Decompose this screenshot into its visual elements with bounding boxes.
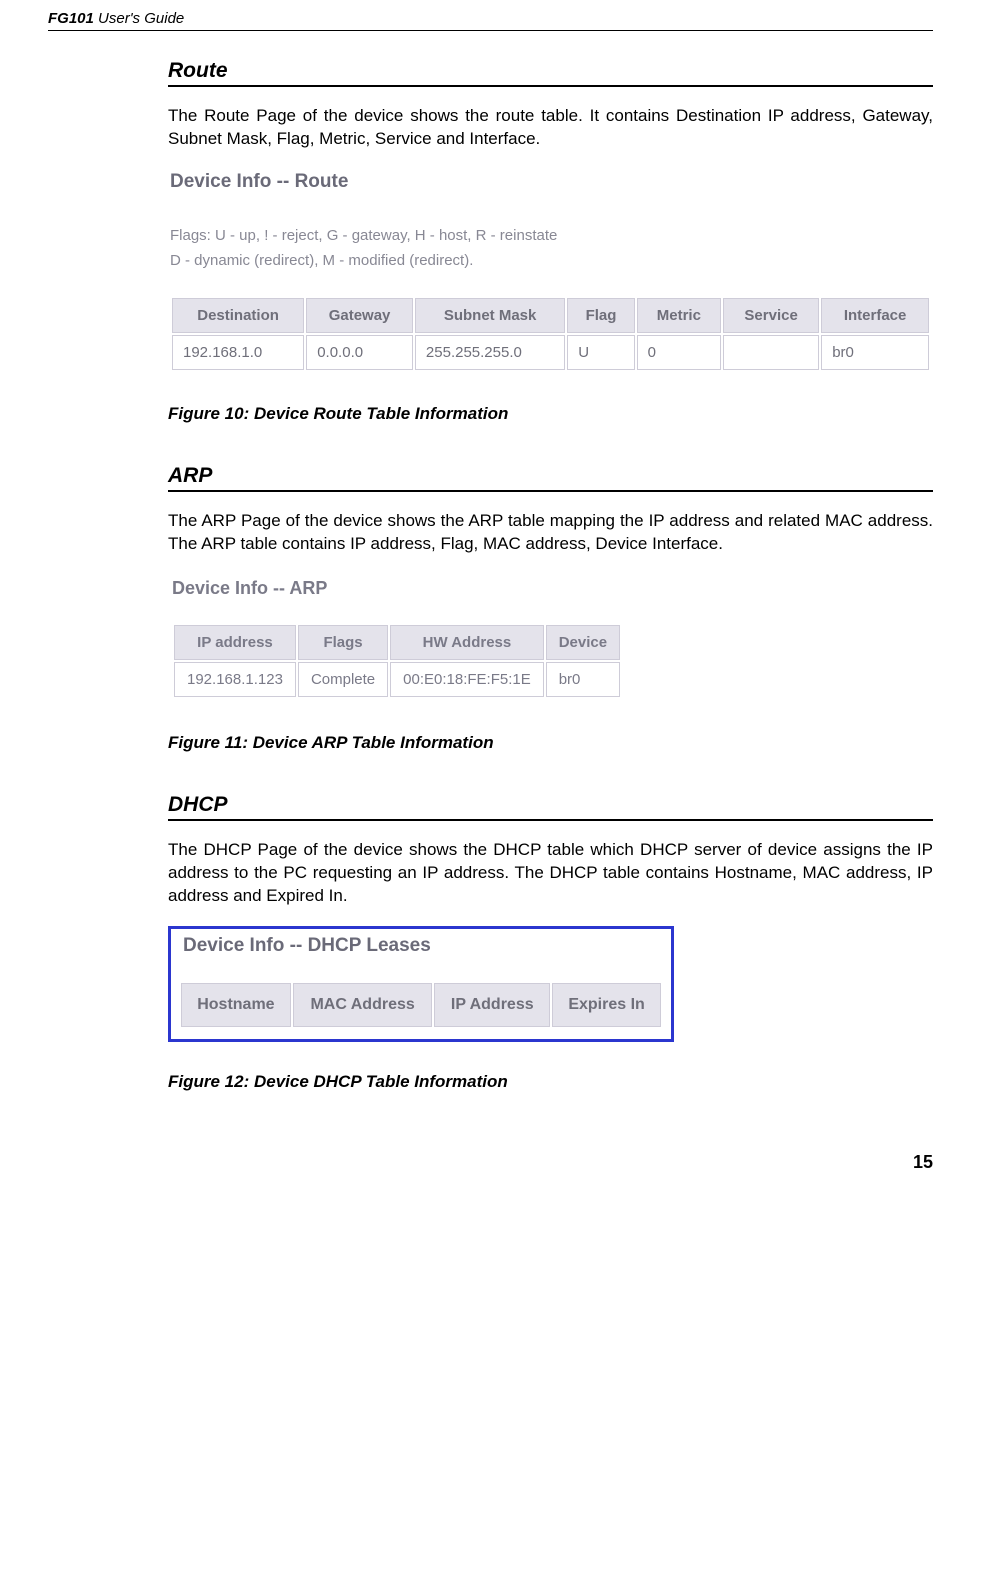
figure-arp: Device Info -- ARP IP address Flags HW A… bbox=[168, 574, 666, 703]
arp-td-hw: 00:E0:18:FE:F5:1E bbox=[390, 662, 544, 697]
route-td-gateway: 0.0.0.0 bbox=[306, 335, 413, 370]
route-td-subnet: 255.255.255.0 bbox=[415, 335, 565, 370]
route-flags-line2: D - dynamic (redirect), M - modified (re… bbox=[170, 248, 931, 274]
page-number: 15 bbox=[48, 1152, 933, 1173]
route-th-destination: Destination bbox=[172, 298, 304, 333]
route-flags-line1: Flags: U - up, ! - reject, G - gateway, … bbox=[170, 223, 931, 249]
route-td-interface: br0 bbox=[821, 335, 929, 370]
route-flags-legend: Flags: U - up, ! - reject, G - gateway, … bbox=[170, 223, 931, 274]
route-td-flag: U bbox=[567, 335, 634, 370]
dhcp-body-text: The DHCP Page of the device shows the DH… bbox=[168, 839, 933, 908]
arp-th-device: Device bbox=[546, 625, 620, 660]
arp-body-text: The ARP Page of the device shows the ARP… bbox=[168, 510, 933, 556]
guide-name: User's Guide bbox=[94, 10, 184, 27]
arp-td-device: br0 bbox=[546, 662, 620, 697]
dhcp-header-row: Hostname MAC Address IP Address Expires … bbox=[181, 983, 661, 1027]
figure-route: Device Info -- Route Flags: U - up, ! - … bbox=[168, 169, 933, 374]
route-th-metric: Metric bbox=[637, 298, 721, 333]
route-table: Destination Gateway Subnet Mask Flag Met… bbox=[170, 296, 931, 372]
arp-td-flags: Complete bbox=[298, 662, 388, 697]
arp-table: IP address Flags HW Address Device 192.1… bbox=[172, 623, 622, 699]
dhcp-th-ip: IP Address bbox=[434, 983, 550, 1027]
dhcp-th-mac: MAC Address bbox=[293, 983, 433, 1027]
dhcp-th-hostname: Hostname bbox=[181, 983, 291, 1027]
route-th-interface: Interface bbox=[821, 298, 929, 333]
figure-10-caption: Figure 10: Device Route Table Informatio… bbox=[168, 404, 933, 424]
route-body-text: The Route Page of the device shows the r… bbox=[168, 105, 933, 151]
arp-th-ip: IP address bbox=[174, 625, 296, 660]
product-name: FG101 bbox=[48, 10, 94, 27]
arp-th-flags: Flags bbox=[298, 625, 388, 660]
route-td-metric: 0 bbox=[637, 335, 721, 370]
dhcp-table: Hostname MAC Address IP Address Expires … bbox=[179, 981, 663, 1029]
arp-data-row: 192.168.1.123 Complete 00:E0:18:FE:F5:1E… bbox=[174, 662, 620, 697]
figure-arp-title: Device Info -- ARP bbox=[172, 578, 662, 599]
page-header: FG101 User's Guide bbox=[48, 10, 933, 31]
arp-th-hw: HW Address bbox=[390, 625, 544, 660]
route-data-row: 192.168.1.0 0.0.0.0 255.255.255.0 U 0 br… bbox=[172, 335, 929, 370]
arp-td-ip: 192.168.1.123 bbox=[174, 662, 296, 697]
figure-route-title: Device Info -- Route bbox=[170, 171, 931, 193]
route-header-row: Destination Gateway Subnet Mask Flag Met… bbox=[172, 298, 929, 333]
figure-dhcp: Device Info -- DHCP Leases Hostname MAC … bbox=[168, 926, 674, 1042]
figure-12-caption: Figure 12: Device DHCP Table Information bbox=[168, 1072, 933, 1092]
route-th-gateway: Gateway bbox=[306, 298, 413, 333]
route-td-service bbox=[723, 335, 819, 370]
route-th-subnet: Subnet Mask bbox=[415, 298, 565, 333]
route-td-destination: 192.168.1.0 bbox=[172, 335, 304, 370]
route-th-flag: Flag bbox=[567, 298, 634, 333]
section-heading-route: Route bbox=[168, 59, 933, 87]
section-heading-arp: ARP bbox=[168, 464, 933, 492]
route-th-service: Service bbox=[723, 298, 819, 333]
figure-11-caption: Figure 11: Device ARP Table Information bbox=[168, 733, 933, 753]
section-heading-dhcp: DHCP bbox=[168, 793, 933, 821]
arp-header-row: IP address Flags HW Address Device bbox=[174, 625, 620, 660]
figure-dhcp-title: Device Info -- DHCP Leases bbox=[183, 935, 663, 957]
dhcp-th-expires: Expires In bbox=[552, 983, 661, 1027]
